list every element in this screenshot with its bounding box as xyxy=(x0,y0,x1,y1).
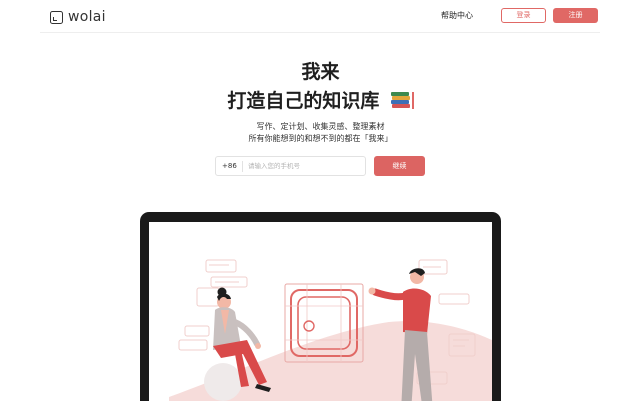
hero-title-line1: 我来 xyxy=(301,61,340,83)
continue-button[interactable]: 继续 xyxy=(374,156,425,176)
phone-field[interactable]: +86 xyxy=(215,156,366,176)
top-navbar: wolai 帮助中心 登录 注册 xyxy=(0,0,641,33)
books-icon xyxy=(391,92,411,108)
country-code-selector[interactable]: +86 xyxy=(216,157,242,175)
laptop-screen xyxy=(149,222,492,401)
text-cursor xyxy=(412,92,414,109)
logo-text: wolai xyxy=(68,9,106,25)
laptop-frame xyxy=(140,212,501,401)
hero-subtitle-line2: 所有你能想到的和想不到的都在「我来」 xyxy=(248,134,393,143)
wolai-logo-icon xyxy=(50,10,63,24)
hero-subtitle-line1: 写作、定计划、收集灵感、整理素材 xyxy=(256,122,385,131)
logo[interactable]: wolai xyxy=(50,9,106,25)
login-button[interactable]: 登录 xyxy=(501,8,546,23)
help-center-link[interactable]: 帮助中心 xyxy=(441,10,473,22)
signup-button[interactable]: 注册 xyxy=(553,8,598,23)
phone-input[interactable] xyxy=(248,162,358,170)
phone-field-divider xyxy=(242,160,243,172)
hero-illustration xyxy=(169,259,492,401)
hero-title-line2: 打造自己的知识库 xyxy=(0,89,641,113)
header-divider xyxy=(40,32,600,33)
sitting-woman-figure xyxy=(204,287,271,401)
hero-title-text: 打造自己的知识库 xyxy=(227,90,380,112)
